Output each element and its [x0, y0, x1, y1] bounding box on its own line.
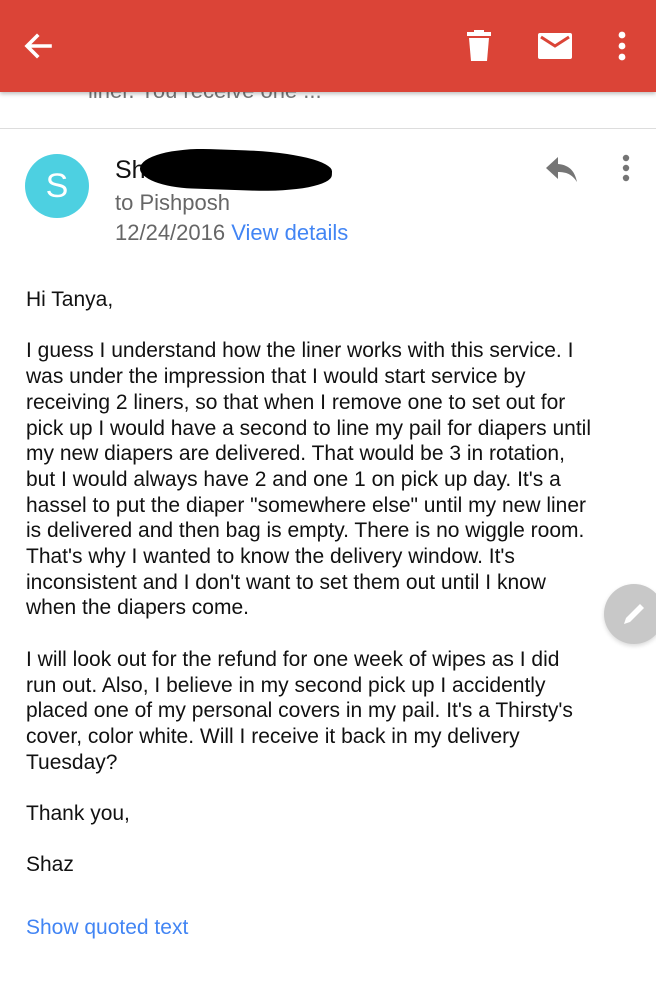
- message-more-button[interactable]: [606, 148, 646, 188]
- show-quoted-text-link[interactable]: Show quoted text: [26, 916, 188, 940]
- app-bar: [0, 0, 656, 92]
- previous-message-snippet[interactable]: liner. You receive one ...: [0, 92, 656, 129]
- message-date: 12/24/2016: [115, 220, 226, 245]
- delete-button[interactable]: [455, 22, 503, 70]
- body-paragraph: I will look out for the refund for one w…: [26, 647, 573, 774]
- snippet-text: liner. You receive one ...: [88, 92, 322, 104]
- redaction-mark: [139, 146, 333, 194]
- message-body: Hi Tanya, I guess I understand how the l…: [26, 287, 636, 904]
- sender-avatar[interactable]: S: [25, 154, 89, 218]
- more-vert-icon: [622, 154, 630, 182]
- trash-icon: [467, 30, 491, 61]
- body-paragraph: I guess I understand how the liner works…: [26, 339, 591, 620]
- more-options-button[interactable]: [598, 22, 646, 70]
- pencil-icon: [624, 604, 644, 624]
- more-vert-icon: [618, 31, 626, 61]
- body-paragraph: Shaz: [26, 853, 74, 877]
- compose-fab[interactable]: [604, 584, 656, 644]
- reply-button[interactable]: [540, 150, 584, 190]
- body-paragraph: Thank you,: [26, 802, 130, 826]
- mark-unread-button[interactable]: [531, 22, 579, 70]
- view-details-link[interactable]: View details: [231, 220, 348, 245]
- avatar-letter: S: [45, 166, 69, 205]
- reply-icon: [546, 157, 577, 182]
- date-line: 12/24/2016 View details: [115, 220, 348, 246]
- back-button[interactable]: [14, 22, 62, 70]
- arrow-back-icon: [24, 33, 52, 59]
- body-paragraph: Hi Tanya,: [26, 288, 114, 311]
- recipient-line: to Pishposh: [115, 190, 230, 215]
- mail-icon: [538, 33, 572, 59]
